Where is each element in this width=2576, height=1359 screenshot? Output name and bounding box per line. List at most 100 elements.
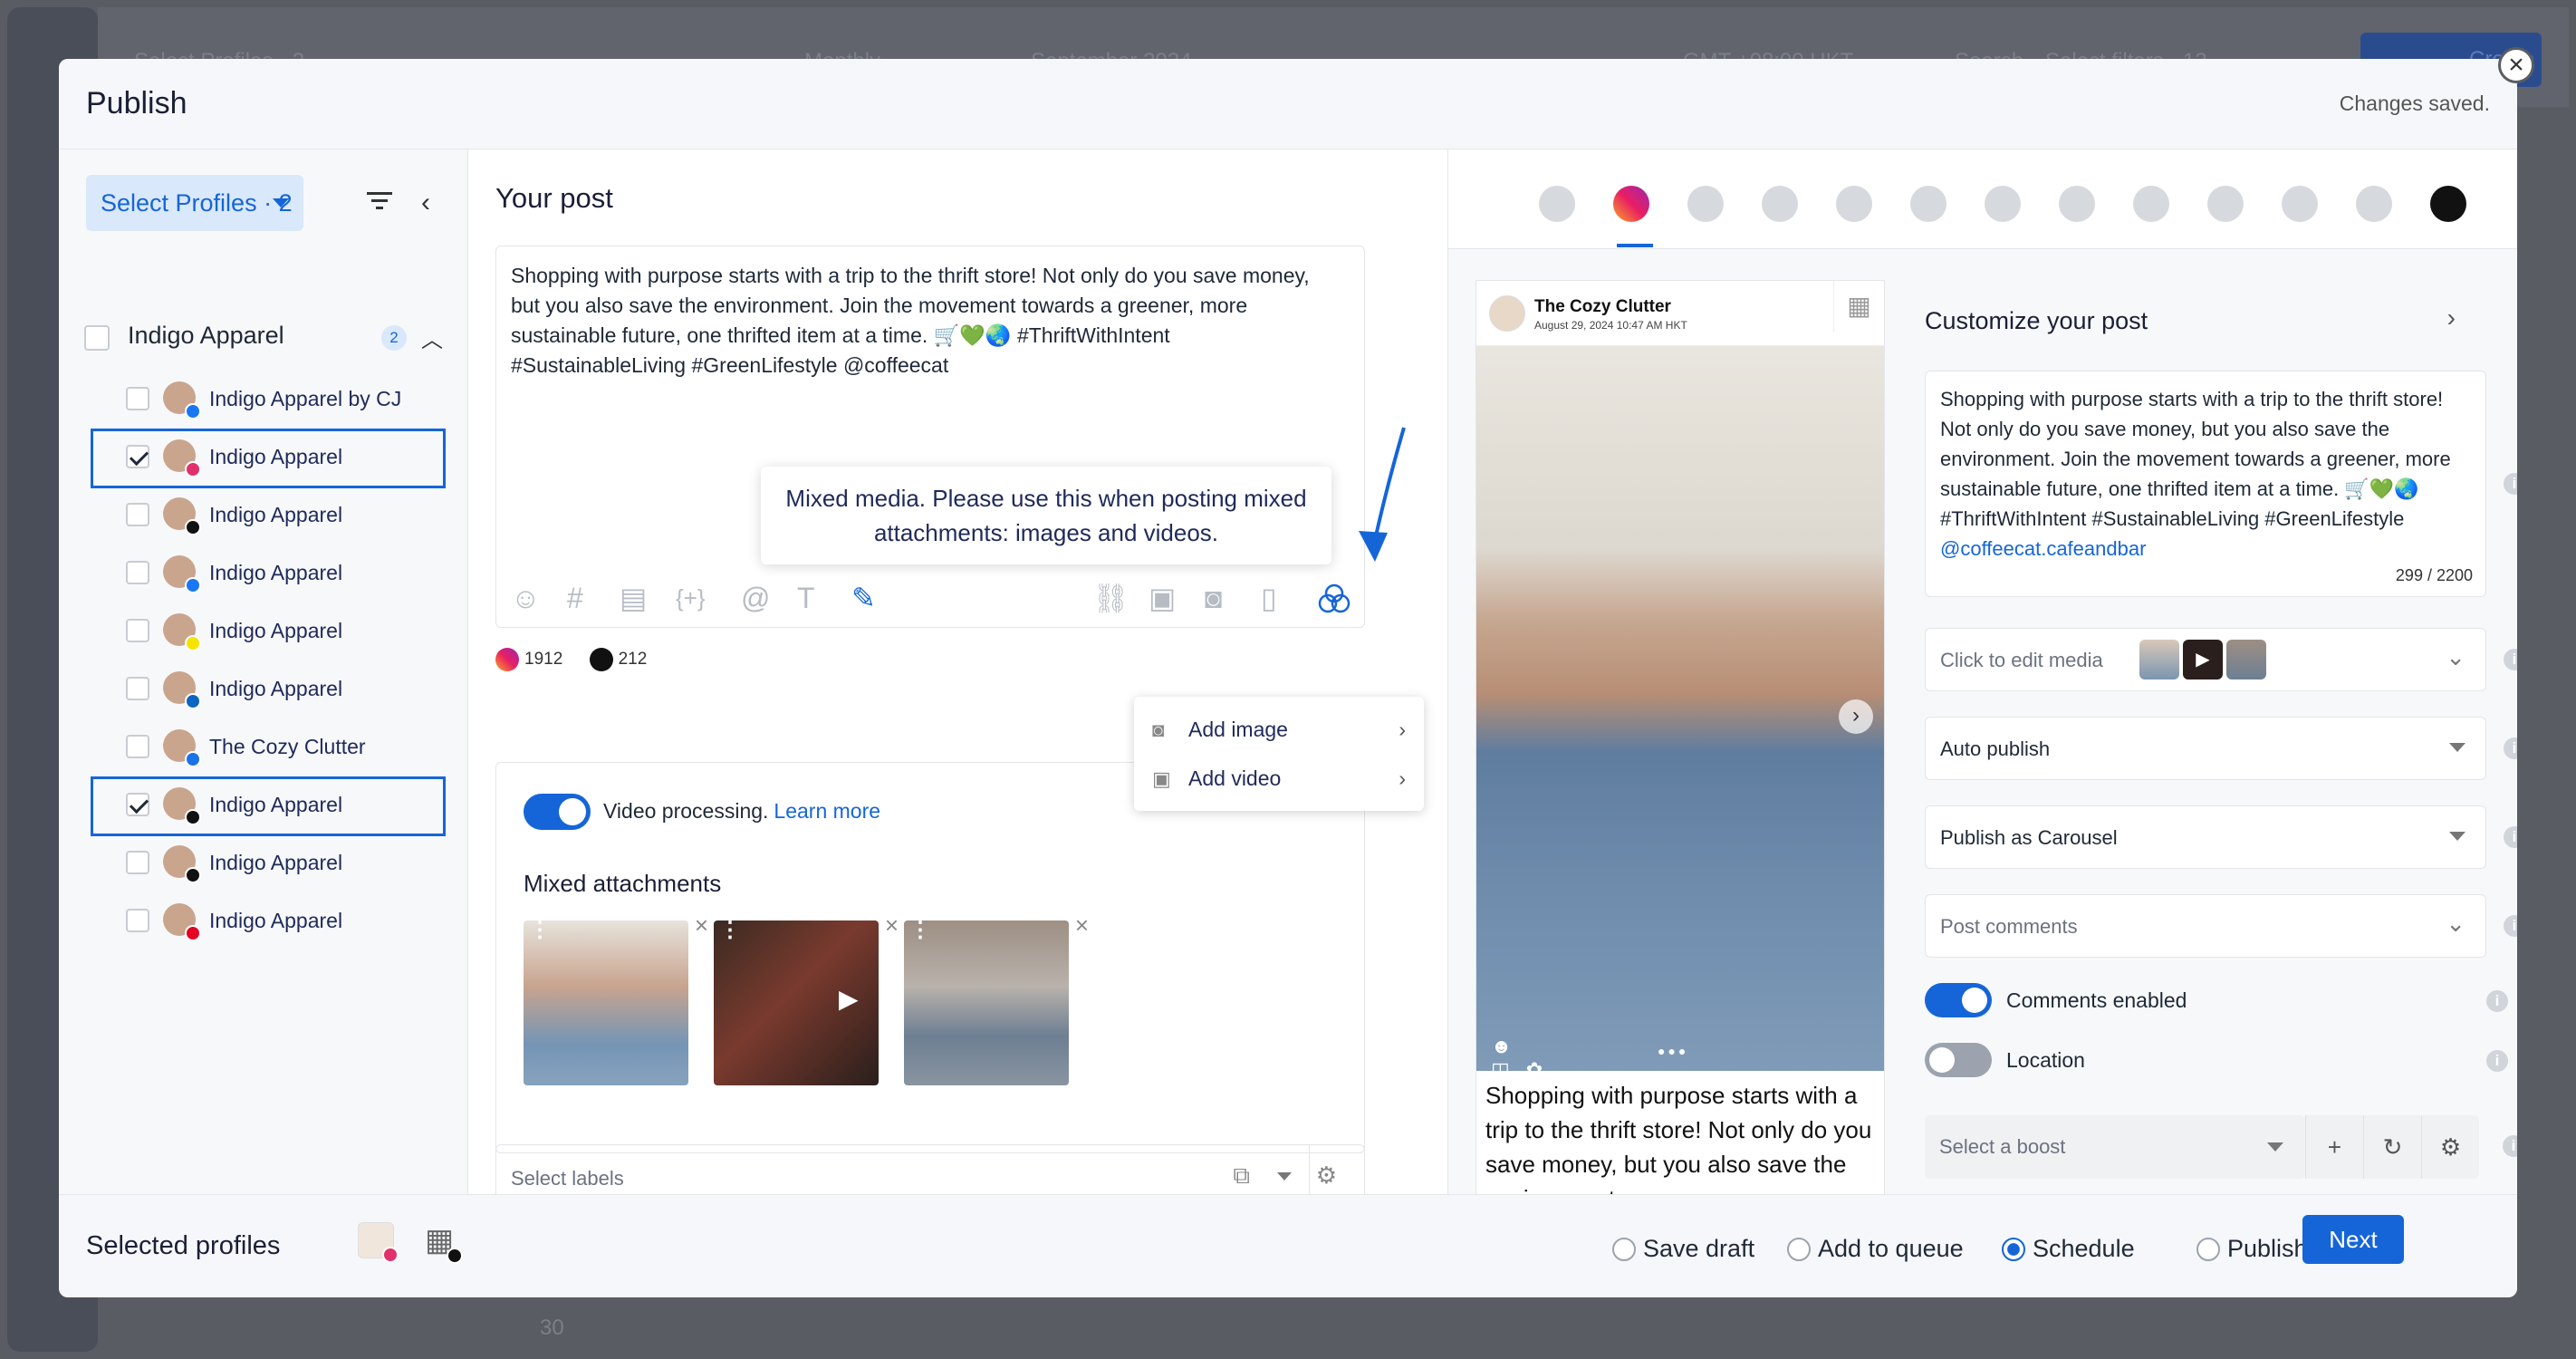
profile-checkbox[interactable] <box>126 851 149 874</box>
profile-row[interactable]: Indigo Apparel <box>59 429 466 488</box>
post-editor[interactable]: Shopping with purpose starts with a trip… <box>495 246 1365 628</box>
info-icon[interactable]: i <box>2504 737 2517 759</box>
profile-checkbox[interactable] <box>126 793 149 816</box>
more-options-icon[interactable]: ⋮ <box>529 920 551 941</box>
next-button[interactable]: Next <box>2302 1215 2404 1264</box>
google-business-tab-icon[interactable] <box>1910 186 1946 222</box>
refresh-icon[interactable]: ↻ <box>2363 1115 2421 1179</box>
info-icon[interactable]: i <box>2504 826 2517 848</box>
more-options-icon[interactable]: ⋮ <box>909 920 931 941</box>
profile-row[interactable]: Indigo Apparel <box>59 662 466 717</box>
facebook-tab-icon[interactable] <box>1539 186 1575 222</box>
threads-tab-icon[interactable] <box>2430 186 2466 222</box>
save-draft-radio[interactable]: Save draft <box>1612 1235 1754 1262</box>
profile-row[interactable]: The Cozy Clutter <box>59 720 466 775</box>
custom-text-editor[interactable]: Shopping with purpose starts with a trip… <box>1925 371 2517 597</box>
text-format-icon[interactable]: T <box>797 578 815 618</box>
boost-select[interactable]: Select a boost <box>1925 1115 2305 1179</box>
reddit-tab-icon[interactable] <box>1985 186 2021 222</box>
chevron-right-icon[interactable]: › <box>2447 304 2456 333</box>
hashtag-icon[interactable]: # <box>567 578 583 618</box>
info-icon[interactable]: i <box>2486 990 2508 1012</box>
add-icon[interactable]: + <box>2305 1115 2363 1179</box>
profile-checkbox[interactable] <box>126 909 149 932</box>
snapchat-tab-icon[interactable] <box>2207 186 2244 222</box>
profile-row[interactable]: Indigo Apparel <box>59 546 466 601</box>
learn-more-link[interactable]: Learn more <box>774 799 880 823</box>
chevron-up-icon[interactable]: ︿ <box>421 322 443 353</box>
profile-group-header[interactable]: Indigo Apparel 2 ︿ <box>84 322 465 358</box>
profile-checkbox[interactable] <box>126 735 149 758</box>
profile-row[interactable]: Indigo Apparel <box>59 894 466 949</box>
add-video-menu-item[interactable]: ▣ Add video › <box>1152 758 1415 798</box>
mixed-media-icon[interactable] <box>1317 582 1351 616</box>
profile-checkbox[interactable] <box>126 561 149 584</box>
publish-as-select[interactable]: Publish as Carousel i <box>1925 805 2517 869</box>
x-tab-icon[interactable] <box>1762 186 1798 222</box>
grid-icon[interactable]: ▦ <box>1833 281 1884 332</box>
tumblr-tab-icon[interactable] <box>2356 186 2392 222</box>
youtube-tab-icon[interactable] <box>1836 186 1872 222</box>
document-icon[interactable]: ▯ <box>1261 578 1277 618</box>
select-profiles-dropdown[interactable]: Select Profiles · 2 <box>86 175 303 231</box>
instagram-tab-icon[interactable] <box>1613 186 1649 222</box>
camera-icon[interactable]: ◙ <box>1205 578 1222 618</box>
profile-checkbox[interactable] <box>126 677 149 700</box>
linkedin-tab-icon[interactable] <box>1687 186 1724 222</box>
remove-icon[interactable]: × <box>885 911 899 940</box>
profile-row[interactable]: Indigo Apparel <box>59 836 466 891</box>
profile-checkbox[interactable] <box>126 387 149 410</box>
add-image-menu-item[interactable]: ◙ Add image › <box>1152 709 1415 749</box>
info-icon[interactable]: i <box>2504 649 2517 670</box>
attachment-thumbnail[interactable]: ⋮ × <box>904 911 1089 1085</box>
mixed-media-menu: ◙ Add image › ▣ Add video › <box>1134 697 1424 811</box>
profile-checkbox[interactable] <box>126 445 149 468</box>
pinterest-tab-icon[interactable] <box>2059 186 2095 222</box>
custom-post-text[interactable]: Shopping with purpose starts with a trip… <box>1940 384 2475 564</box>
template-icon[interactable]: ▤ <box>620 578 647 618</box>
post-text[interactable]: Shopping with purpose starts with a trip… <box>511 261 1344 381</box>
remove-icon[interactable]: × <box>1075 911 1089 940</box>
tiktok-tab-icon[interactable] <box>2133 186 2169 222</box>
gear-icon[interactable]: ⚙ <box>2421 1115 2479 1179</box>
comments-enabled-toggle[interactable] <box>1925 983 1992 1017</box>
filter-icon[interactable] <box>367 190 392 212</box>
info-icon[interactable]: i <box>2504 473 2517 495</box>
info-icon[interactable]: i <box>2486 1050 2508 1072</box>
info-icon[interactable]: i <box>2504 915 2517 937</box>
collapse-panel-icon[interactable]: ‹ <box>421 188 430 218</box>
ai-assist-icon[interactable]: ✎ <box>851 578 876 618</box>
selected-profile-avatar[interactable]: ▦ <box>421 1222 463 1264</box>
carousel-next-icon[interactable]: › <box>1839 699 1873 734</box>
edit-media-select[interactable]: Click to edit media ▶ ⌄ i <box>1925 628 2517 691</box>
profile-row[interactable]: Indigo Apparel by CJ <box>59 372 466 427</box>
emoji-icon[interactable]: ☺ <box>511 578 541 618</box>
bluesky-tab-icon[interactable] <box>2282 186 2318 222</box>
caret-down-icon[interactable] <box>1277 1172 1292 1181</box>
auto-publish-select[interactable]: Auto publish i <box>1925 717 2517 780</box>
group-checkbox[interactable] <box>84 325 110 351</box>
post-comments-select[interactable]: Post comments ⌄ i <box>1925 894 2517 958</box>
add-to-queue-radio[interactable]: Add to queue <box>1787 1235 1964 1262</box>
link-icon[interactable]: ⛓ <box>1092 578 1129 618</box>
more-options-icon[interactable]: ⋮ <box>719 920 741 941</box>
info-icon[interactable]: i <box>2503 1135 2517 1157</box>
profile-row[interactable]: Indigo Apparel <box>59 488 466 543</box>
profile-checkbox[interactable] <box>126 619 149 642</box>
mention-icon[interactable]: @ <box>741 578 770 618</box>
close-icon[interactable]: × <box>2498 47 2534 83</box>
profile-row[interactable]: Indigo Apparel <box>59 776 466 836</box>
video-processing-toggle[interactable] <box>524 794 591 830</box>
gear-icon[interactable]: ⚙ <box>1316 1161 1337 1190</box>
location-toggle[interactable] <box>1925 1043 1992 1077</box>
remove-icon[interactable]: × <box>695 911 708 940</box>
video-icon[interactable]: ▣ <box>1149 578 1176 618</box>
copy-icon[interactable]: ⧉ <box>1233 1161 1250 1190</box>
attachment-thumbnail[interactable]: ⋮ × <box>524 911 708 1085</box>
selected-profile-avatar[interactable] <box>358 1222 399 1263</box>
profile-checkbox[interactable] <box>126 503 149 526</box>
variables-icon[interactable]: {+} <box>676 578 706 618</box>
schedule-radio[interactable]: Schedule <box>2002 1235 2135 1262</box>
profile-row[interactable]: Indigo Apparel <box>59 604 466 659</box>
attachment-thumbnail[interactable]: ⋮ × ▶ <box>714 911 899 1085</box>
